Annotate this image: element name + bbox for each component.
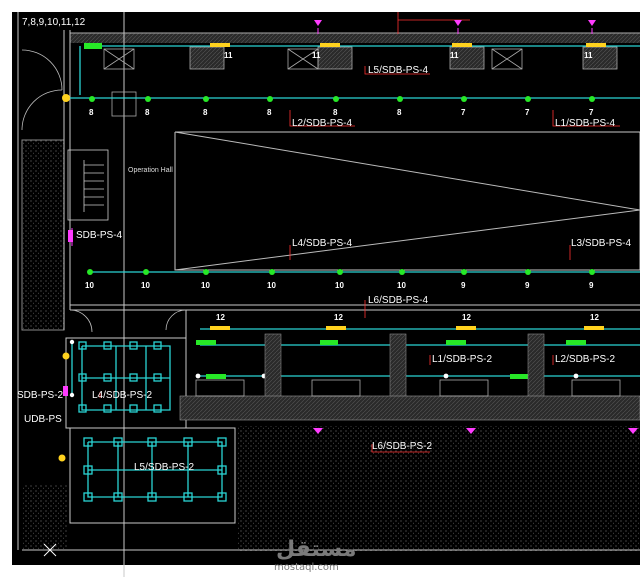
label-udb-ps: UDB-PS (24, 414, 62, 425)
top-number: 11 (224, 51, 233, 60)
label-l6-sdb-ps-2: L6/SDB-PS-2 (372, 441, 432, 452)
row1-number: 7 (589, 108, 594, 117)
row1-number: 8 (89, 108, 94, 117)
top-number: 11 (450, 51, 459, 60)
left-wall-hatch (22, 140, 64, 330)
row1-number: 8 (203, 108, 208, 117)
row2-number: 9 (461, 281, 466, 290)
watermark-latin: mostaql.com (274, 562, 339, 573)
row2-number: 10 (335, 281, 344, 290)
top-wall (70, 33, 640, 43)
label-l5-sdb-ps-4: L5/SDB-PS-4 (368, 65, 428, 76)
label-l2-sdb-ps-2: L2/SDB-PS-2 (555, 354, 615, 365)
label-sdb-ps-4: SDB-PS-4 (76, 230, 123, 241)
row1-number: 8 (397, 108, 402, 117)
label-l4-sdb-ps-4: L4/SDB-PS-4 (292, 238, 352, 249)
row1-number: 7 (525, 108, 530, 117)
bottom-hatch-area (237, 426, 640, 551)
row1-number: 8 (267, 108, 272, 117)
top-number: 11 (312, 51, 321, 60)
watermark-arabic: مستقل (276, 537, 356, 562)
row3-number: 12 (216, 313, 225, 322)
row2-number: 10 (397, 281, 406, 290)
label-l5-sdb-ps-2: L5/SDB-PS-2 (134, 462, 194, 473)
row1-number: 7 (461, 108, 466, 117)
cad-drawing: 7,8,9,10,11,12 L5/SDB-PS-4 L2/SDB-PS-4 L… (0, 0, 640, 577)
row1-number: 8 (333, 108, 338, 117)
row3-number: 12 (334, 313, 343, 322)
row1-number: 8 (145, 108, 150, 117)
label-l1-sdb-ps-2: L1/SDB-PS-2 (432, 354, 492, 365)
row2-number: 9 (589, 281, 594, 290)
row2-number: 10 (201, 281, 210, 290)
row2-number: 10 (141, 281, 150, 290)
row3-number: 12 (462, 313, 471, 322)
label-l4-sdb-ps-2: L4/SDB-PS-2 (92, 390, 152, 401)
label-l1-sdb-ps-4: L1/SDB-PS-4 (555, 118, 615, 129)
row2-number: 10 (267, 281, 276, 290)
label-l3-sdb-ps-4: L3/SDB-PS-4 (571, 238, 631, 249)
row2-number: 10 (85, 281, 94, 290)
label-l2-sdb-ps-4: L2/SDB-PS-4 (292, 118, 352, 129)
row2-number: 9 (525, 281, 530, 290)
top-number: 11 (584, 51, 593, 60)
row3-number: 12 (590, 313, 599, 322)
label-sdb-ps-2: SDB-PS-2 (17, 390, 64, 401)
drawing-title: 7,8,9,10,11,12 (22, 17, 86, 28)
room-label-operation-hall: Operation Hall (128, 167, 173, 174)
label-l6-sdb-ps-4: L6/SDB-PS-4 (368, 295, 428, 306)
